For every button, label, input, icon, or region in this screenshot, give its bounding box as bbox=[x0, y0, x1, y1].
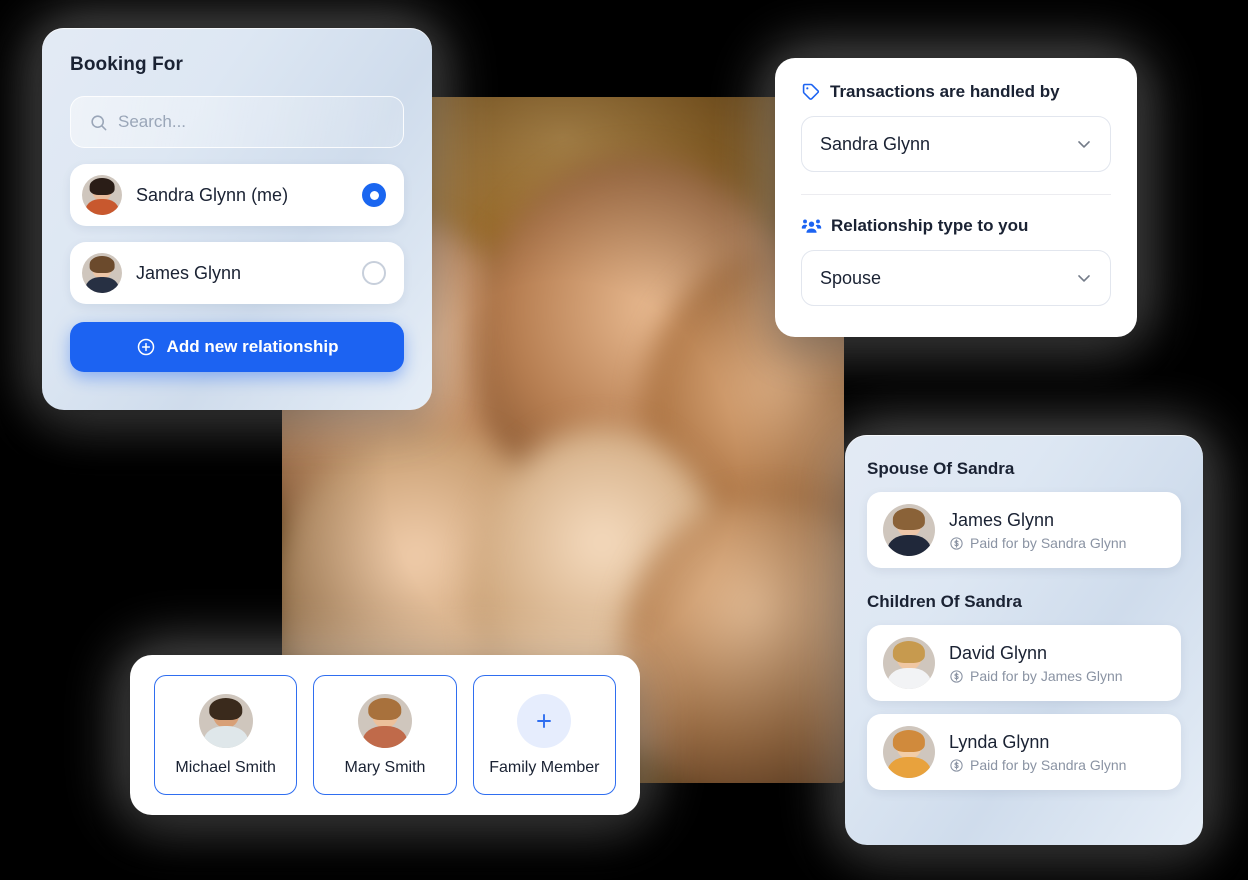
search-icon bbox=[89, 113, 108, 132]
avatar bbox=[883, 637, 935, 689]
relationship-name: Lynda Glynn bbox=[949, 731, 1050, 752]
family-member-card[interactable]: Mary Smith bbox=[313, 675, 457, 795]
relationship-name: James Glynn bbox=[949, 509, 1055, 530]
avatar bbox=[357, 693, 412, 748]
handled-by-select[interactable]: Sandra Glynn bbox=[801, 116, 1111, 172]
radio-selected[interactable] bbox=[362, 183, 386, 207]
add-family-member-label: Family Member bbox=[489, 758, 600, 776]
composite-scene: Booking For Search... Sandra Glynn (me) … bbox=[0, 0, 1248, 880]
plus-circle-icon bbox=[136, 337, 156, 357]
handled-by-value: Sandra Glynn bbox=[820, 133, 931, 154]
group-title-spouse: Spouse Of Sandra bbox=[867, 459, 1015, 478]
relationships-panel: Spouse Of Sandra James Glynn Paid for by… bbox=[845, 435, 1203, 845]
avatar bbox=[82, 175, 122, 215]
add-new-relationship-button[interactable]: Add new relationship bbox=[70, 322, 404, 372]
avatar bbox=[198, 693, 253, 748]
family-member-card[interactable]: Michael Smith bbox=[154, 675, 298, 795]
add-new-relationship-label: Add new relationship bbox=[166, 337, 339, 356]
dollar-circle-icon bbox=[949, 669, 964, 684]
divider bbox=[801, 194, 1111, 195]
transactions-handled-by-label: Transactions are handled by bbox=[801, 82, 1111, 102]
person-option-row[interactable]: Sandra Glynn (me) bbox=[70, 164, 404, 226]
person-option-row[interactable]: James Glynn bbox=[70, 242, 404, 304]
family-members-panel: Michael Smith Mary Smith Family Member bbox=[130, 655, 640, 815]
relationship-name: David Glynn bbox=[949, 642, 1048, 663]
paid-for-by: Paid for by Sandra Glynn bbox=[949, 757, 1126, 773]
family-member-name: Mary Smith bbox=[344, 758, 426, 776]
chevron-down-icon[interactable] bbox=[1074, 134, 1094, 154]
field-label-text: Relationship type to you bbox=[831, 215, 1029, 235]
people-group-icon bbox=[801, 215, 822, 236]
transactions-panel: Transactions are handled by Sandra Glynn bbox=[775, 58, 1137, 337]
relationship-card[interactable]: David Glynn Paid for by James Glynn bbox=[867, 625, 1181, 701]
relationship-type-select[interactable]: Spouse bbox=[801, 250, 1111, 306]
group-title-children: Children Of Sandra bbox=[867, 592, 1022, 611]
radio-unselected[interactable] bbox=[362, 261, 386, 285]
field-label-text: Transactions are handled by bbox=[830, 82, 1060, 101]
paid-for-by-text: Paid for by James Glynn bbox=[970, 668, 1123, 685]
relationship-card[interactable]: James Glynn Paid for by Sandra Glynn bbox=[867, 492, 1181, 568]
add-family-member-card[interactable]: Family Member bbox=[472, 675, 616, 795]
avatar bbox=[883, 726, 935, 778]
avatar bbox=[82, 253, 122, 293]
relationship-type-value: Spouse bbox=[820, 267, 882, 288]
paid-for-by-text: Paid for by Sandra Glynn bbox=[970, 757, 1127, 774]
avatar bbox=[883, 504, 935, 556]
plus-icon[interactable] bbox=[517, 693, 572, 748]
search-placeholder: Search... bbox=[118, 112, 187, 131]
person-name: Sandra Glynn (me) bbox=[136, 184, 289, 205]
paid-for-by-text: Paid for by Sandra Glynn bbox=[970, 535, 1127, 552]
tag-icon bbox=[801, 82, 821, 102]
relationship-type-label: Relationship type to you bbox=[801, 215, 1111, 236]
search-input[interactable]: Search... bbox=[70, 96, 404, 148]
booking-for-panel: Booking For Search... Sandra Glynn (me) … bbox=[42, 28, 432, 410]
person-name: James Glynn bbox=[136, 262, 242, 283]
dollar-circle-icon bbox=[949, 536, 964, 551]
chevron-down-icon[interactable] bbox=[1074, 268, 1094, 288]
dollar-circle-icon bbox=[949, 758, 964, 773]
paid-for-by: Paid for by Sandra Glynn bbox=[949, 535, 1126, 551]
relationship-card[interactable]: Lynda Glynn Paid for by Sandra Glynn bbox=[867, 714, 1181, 790]
paid-for-by: Paid for by James Glynn bbox=[949, 668, 1123, 684]
family-member-name: Michael Smith bbox=[175, 758, 276, 776]
panel-title: Booking For bbox=[70, 54, 183, 75]
